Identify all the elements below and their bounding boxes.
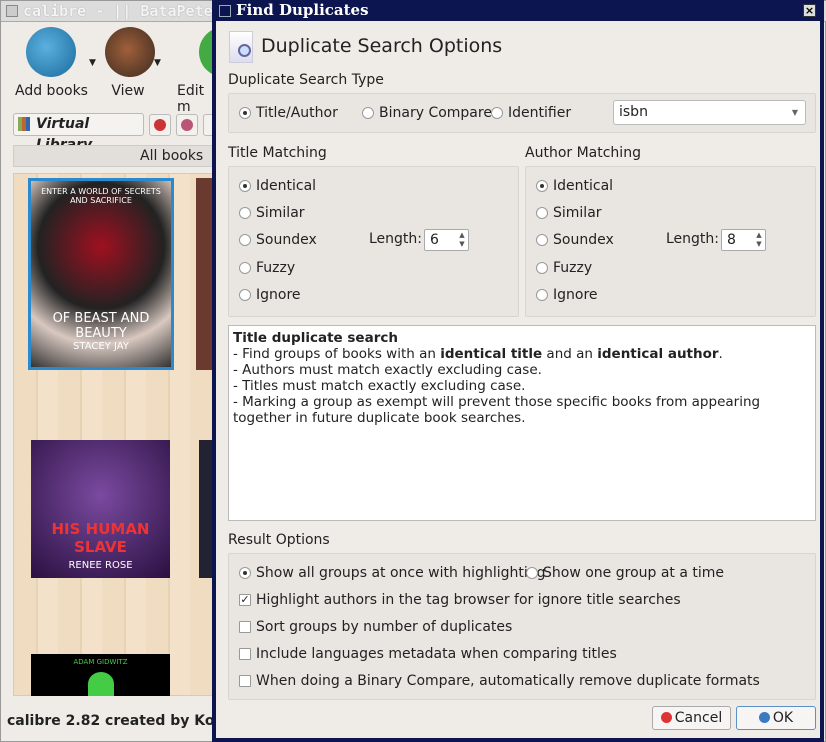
description-line: - Find groups of books with an identical… bbox=[233, 346, 723, 362]
clear-vl-button[interactable] bbox=[149, 114, 171, 136]
book-cover[interactable]: ENTER A WORLD OF SECRETS AND SACRIFICE O… bbox=[28, 178, 174, 370]
radio-binary-compare[interactable]: Binary Compare bbox=[362, 105, 492, 121]
find-duplicates-dialog: Find Duplicates × Duplicate Search Optio… bbox=[212, 0, 824, 742]
result-options-label: Result Options bbox=[228, 532, 330, 548]
radio-identifier[interactable]: Identifier bbox=[491, 105, 571, 121]
radio-show-all-groups[interactable]: Show all groups at once with highlightin… bbox=[239, 565, 546, 581]
spin-down-icon: ▼ bbox=[756, 240, 762, 248]
tab-label: All books bbox=[140, 148, 204, 164]
description-line: - Titles must match exactly excluding ca… bbox=[233, 378, 526, 394]
author-matching-radio-identical[interactable]: Identical bbox=[536, 178, 613, 194]
cover-tagline: ENTER A WORLD OF SECRETS AND SACRIFICE bbox=[41, 187, 161, 205]
search-document-icon bbox=[229, 31, 253, 63]
ok-icon bbox=[758, 712, 770, 723]
view-icon bbox=[105, 27, 155, 77]
description-line: - Marking a group as exempt will prevent… bbox=[233, 394, 761, 426]
title-matching-radio-similar[interactable]: Similar bbox=[239, 205, 305, 221]
title-matching-group: Identical Similar Soundex Fuzzy Ignore Length… bbox=[228, 166, 519, 317]
edit-label: Edit m bbox=[177, 83, 205, 115]
cover-title: OF BEAST AND BEAUTY bbox=[52, 311, 150, 341]
checkbox-option[interactable]: ✓ Highlight authors in the tag browser fo… bbox=[239, 592, 681, 608]
radio-show-one-group[interactable]: Show one group at a time bbox=[526, 565, 724, 581]
title-matching-radio-fuzzy[interactable]: Fuzzy bbox=[239, 260, 295, 276]
cover-author: ADAM GIDWITZ bbox=[73, 658, 128, 666]
add-books-icon bbox=[26, 27, 77, 77]
dialog-title: Find Duplicates bbox=[236, 1, 369, 19]
author-matching-radio-ignore[interactable]: Ignore bbox=[536, 287, 598, 303]
chevron-down-icon: ▼ bbox=[791, 108, 798, 117]
close-button[interactable]: × bbox=[803, 4, 816, 17]
dialog-title-bar[interactable]: Find Duplicates × bbox=[216, 0, 820, 21]
search-type-label: Duplicate Search Type bbox=[228, 72, 384, 88]
book-cover[interactable]: HIS HUMAN SLAVE RENEE ROSE bbox=[31, 440, 170, 578]
cancel-button[interactable]: Cancel bbox=[652, 706, 731, 730]
search-type-group: Title/Author Binary Compare Identifier i… bbox=[228, 93, 816, 133]
author-matching-radio-fuzzy[interactable]: Fuzzy bbox=[536, 260, 592, 276]
ok-button[interactable]: OK bbox=[736, 706, 816, 730]
spin-up-icon: ▲ bbox=[459, 231, 465, 239]
library-icon bbox=[18, 117, 30, 131]
checkbox-option[interactable]: When doing a Binary Compare, automatical… bbox=[239, 673, 760, 689]
cover-author: RENEE ROSE bbox=[68, 560, 133, 571]
dialog-heading: Duplicate Search Options bbox=[261, 35, 503, 57]
view-button[interactable]: View bbox=[105, 27, 155, 99]
spin-down-icon: ▼ bbox=[459, 240, 465, 248]
title-matching-label: Title Matching bbox=[228, 145, 327, 161]
author-matching-radio-similar[interactable]: Similar bbox=[536, 205, 602, 221]
length-spinbox[interactable]: 6 ▲ ▼ bbox=[424, 229, 469, 251]
title-matching-radio-identical[interactable]: Identical bbox=[239, 178, 316, 194]
length-label: Length: bbox=[369, 231, 423, 247]
edit-metadata-button[interactable]: Edit m bbox=[177, 27, 217, 115]
description-heading: Title duplicate search bbox=[233, 330, 398, 346]
remove-icon bbox=[154, 119, 166, 131]
cover-author: STACEY JAY bbox=[73, 341, 129, 352]
length-label: Length: bbox=[666, 231, 720, 247]
virtual-library-button[interactable]: Virtual Library bbox=[13, 113, 144, 153]
author-matching-radio-soundex[interactable]: Soundex bbox=[536, 232, 614, 248]
spin-up-icon: ▲ bbox=[756, 231, 762, 239]
result-options-group: Show all groups at once with highlightin… bbox=[228, 553, 816, 700]
description-box: Title duplicate search - Find groups of … bbox=[228, 325, 816, 521]
view-dropdown-icon[interactable]: ▼ bbox=[154, 58, 161, 68]
checkbox-option[interactable]: Include languages metadata when comparin… bbox=[239, 646, 617, 662]
book-cover[interactable]: ADAM GIDWITZ bbox=[31, 654, 170, 696]
identifier-select[interactable]: isbn ▼ bbox=[613, 100, 806, 125]
radio-title-author[interactable]: Title/Author bbox=[239, 105, 338, 121]
add-books-label: Add books bbox=[15, 83, 88, 99]
description-line: - Authors must match exactly excluding c… bbox=[233, 362, 542, 378]
author-matching-group: Identical Similar Soundex Fuzzy Ignore Length… bbox=[525, 166, 816, 317]
checkbox-option[interactable]: Sort groups by number of duplicates bbox=[239, 619, 512, 635]
cover-title: HIS HUMAN SLAVE bbox=[51, 520, 150, 556]
cancel-icon bbox=[660, 712, 672, 723]
identifier-value: isbn bbox=[619, 104, 648, 120]
add-books-button[interactable]: Add books bbox=[15, 27, 88, 99]
search-icon bbox=[181, 119, 193, 131]
view-label: View bbox=[111, 83, 145, 99]
title-matching-radio-soundex[interactable]: Soundex bbox=[239, 232, 317, 248]
tab-all-books[interactable]: All books bbox=[13, 145, 213, 167]
search-button[interactable] bbox=[176, 114, 198, 136]
author-matching-label: Author Matching bbox=[525, 145, 641, 161]
cover-grid: ENTER A WORLD OF SECRETS AND SACRIFICE O… bbox=[13, 173, 214, 696]
add-books-dropdown-icon[interactable]: ▼ bbox=[89, 58, 96, 68]
length-spinbox[interactable]: 8 ▲ ▼ bbox=[721, 229, 766, 251]
title-matching-radio-ignore[interactable]: Ignore bbox=[239, 287, 301, 303]
